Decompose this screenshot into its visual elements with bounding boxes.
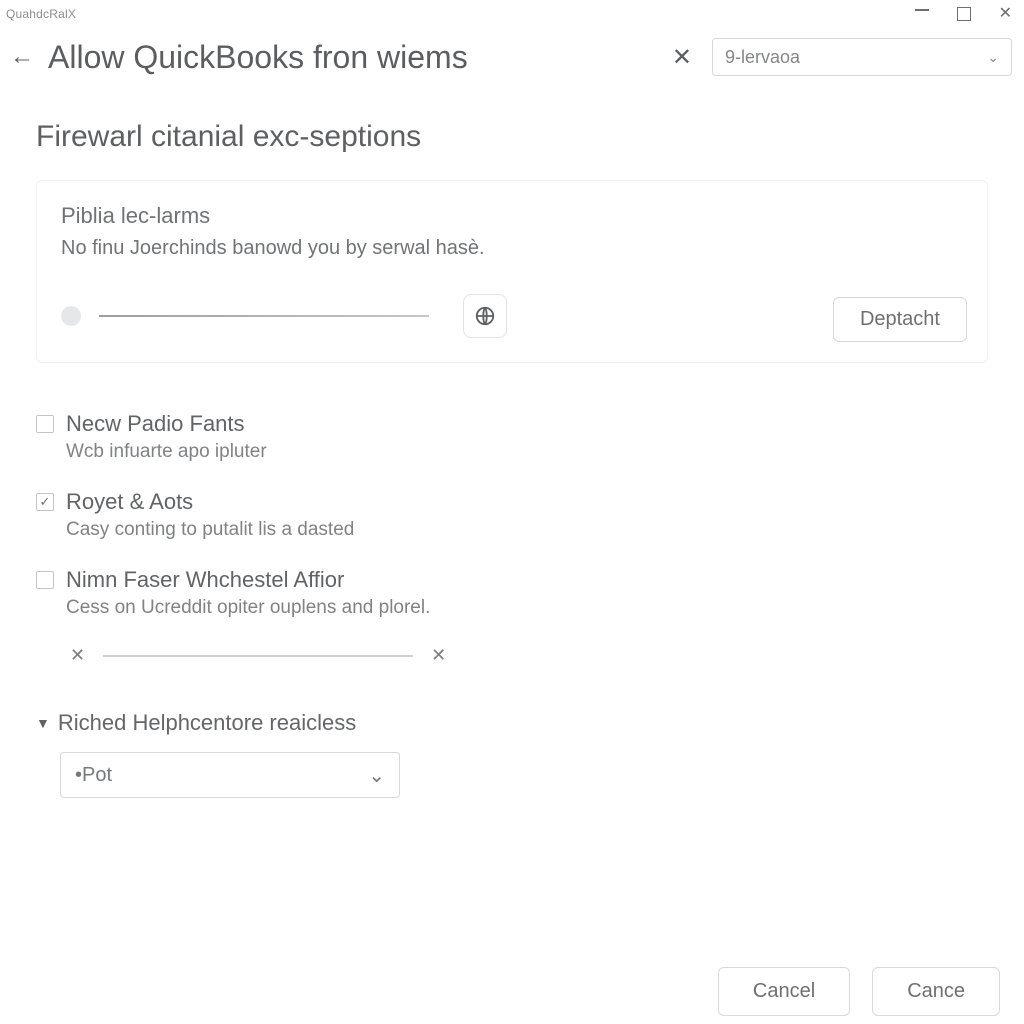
caret-down-icon: ▼	[36, 715, 50, 731]
header-dropdown-value: 9-lervaoa	[725, 47, 800, 68]
option-title: Nimn Faser Whchestel Affior	[66, 567, 430, 593]
window-controls: ✕	[915, 6, 1012, 22]
globe-icon	[474, 305, 496, 327]
radio-dot[interactable]	[61, 306, 81, 326]
collapsible-dropdown-value: •Pot	[75, 764, 112, 787]
close-icon[interactable]: ✕	[999, 6, 1012, 22]
card-input-line[interactable]	[99, 315, 429, 317]
checkbox[interactable]	[36, 415, 54, 433]
chevron-down-icon: ⌄	[368, 763, 385, 788]
maximize-icon[interactable]	[957, 7, 971, 21]
chevron-down-icon: ⌄	[987, 49, 999, 66]
back-icon[interactable]: ←	[6, 43, 38, 71]
collapsible-dropdown[interactable]: •Pot ⌄	[60, 752, 400, 798]
header-dropdown[interactable]: 9-lervaoa ⌄	[712, 38, 1012, 76]
app-brand: QuahdcRalX	[6, 7, 76, 21]
checkbox[interactable]	[36, 493, 54, 511]
option-item[interactable]: Nimn Faser Whchestel Affior Cess on Ucre…	[36, 567, 988, 619]
cancel-button[interactable]: Cancel	[718, 967, 850, 1016]
option-desc: Casy conting to putalit lis a dasted	[66, 519, 354, 541]
divider-row: ✕ ✕	[70, 645, 988, 666]
info-card: Piblia lec-larms No finu Joerchinds bano…	[36, 180, 988, 363]
card-title: Piblia lec-larms	[61, 203, 963, 229]
clear-icon[interactable]: ✕	[431, 645, 446, 666]
option-title: Necw Padio Fants	[66, 411, 267, 437]
option-item[interactable]: Necw Padio Fants Wcb infuarte apo iplute…	[36, 411, 988, 463]
minimize-icon[interactable]	[915, 9, 929, 11]
option-title: Royet & Aots	[66, 489, 354, 515]
card-subtitle: No finu Joerchinds banowd you by serwal …	[61, 237, 963, 260]
card-action-button[interactable]: Deptacht	[833, 297, 967, 342]
collapsible-label: Riched Helphcentore reaicless	[58, 710, 356, 736]
globe-button[interactable]	[463, 294, 507, 338]
cance-button[interactable]: Cance	[872, 967, 1000, 1016]
header-close-icon[interactable]: ✕	[672, 43, 692, 72]
page-title: Allow QuickBooks fron wiems	[48, 39, 468, 76]
options-list: Necw Padio Fants Wcb infuarte apo iplute…	[36, 411, 988, 666]
clear-icon[interactable]: ✕	[70, 645, 85, 666]
collapsible-header[interactable]: ▼ Riched Helphcentore reaicless	[36, 710, 988, 736]
section-title: Firewarl citanial exc-septions	[36, 120, 988, 154]
option-item[interactable]: Royet & Aots Casy conting to putalit lis…	[36, 489, 988, 541]
checkbox[interactable]	[36, 571, 54, 589]
divider-line	[103, 655, 413, 657]
option-desc: Cess on Ucreddit opiter ouplens and plor…	[66, 597, 430, 619]
option-desc: Wcb infuarte apo ipluter	[66, 441, 267, 463]
